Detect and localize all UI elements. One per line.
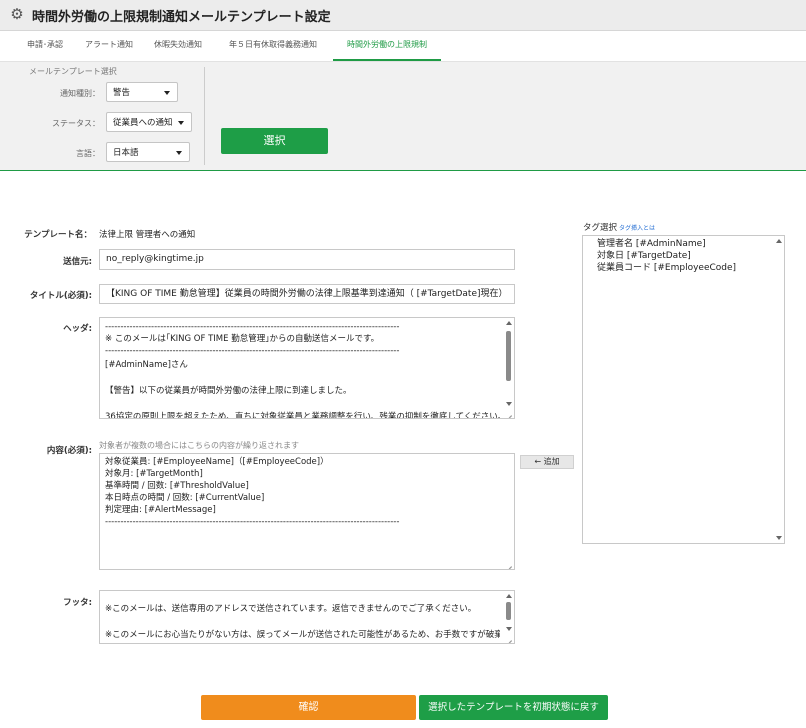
footer-line [105,615,500,627]
header-line [105,371,500,383]
tab-alert-notification[interactable]: アラート通知 [78,31,140,59]
scroll-down-icon [506,627,512,631]
chevron-down-icon [164,91,170,95]
panel-caption: メールテンプレート選択 [29,67,117,76]
select-button[interactable]: 選択 [221,128,328,154]
content-line: 基準時間 / 回数: [#ThresholdValue] [105,481,249,491]
tag-option[interactable]: 対象日 [#TargetDate] [583,250,784,262]
chevron-down-icon [176,151,182,155]
scroll-thumb[interactable] [506,331,511,381]
header-line: 【警告】以下の従業員が時間外労働の法律上限に到達しました。 [105,386,352,396]
scroll-thumb[interactable] [506,602,511,620]
notify-type-label: 通知種別： [60,89,100,98]
status-label: ステータス： [52,119,100,128]
notify-type-value: 警告 [113,88,131,98]
language-value: 日本語 [113,148,139,158]
reset-template-button[interactable]: 選択したテンプレートを初期状態に戻す [419,695,608,720]
tab-leave-expiry[interactable]: 休暇失効通知 [143,31,213,59]
footer-line: ※このメールは、送信専用のアドレスで送信されています。返信できませんのでご了承く… [105,604,477,614]
footer-textarea[interactable]: ※このメールは、送信専用のアドレスで送信されています。返信できませんのでご了承く… [99,590,515,644]
content-textarea[interactable]: 対象従業員: [#EmployeeName]（[#EmployeeCode]） … [99,453,515,570]
header-line: 36協定の原則上限を超えたため、直ちに対象従業員と業務調整を行い、残業の抑制を徹… [105,412,500,419]
content-line: 判定理由: [#AlertMessage] [105,505,216,515]
scroll-down-icon [776,536,782,540]
chevron-down-icon [178,121,184,125]
header-line: ----------------------------------------… [105,322,400,332]
panel-divider [204,67,205,165]
page-title: 時間外労働の上限規制通知メールテンプレート設定 [32,10,331,25]
scroll-down-icon [506,402,512,406]
header-textarea[interactable]: ----------------------------------------… [99,317,515,419]
scroll-up-icon [776,239,782,243]
scroll-up-icon [506,594,512,598]
header-line [105,397,500,409]
footer-label: フッタ: [63,598,92,608]
footer-line: ※このメールにお心当たりがない方は、誤ってメールが送信された可能性があるため、お… [105,630,500,640]
notify-type-select[interactable]: 警告 [106,82,178,102]
language-select[interactable]: 日本語 [106,142,190,162]
tag-option[interactable]: 従業員コード [#EmployeeCode] [583,262,784,274]
template-name-label: テンプレート名： [24,230,92,240]
tag-scrollbar[interactable] [774,237,783,542]
resize-grip-icon[interactable] [505,409,513,417]
language-label: 言語： [76,149,100,158]
sender-label: 送信元: [63,257,92,267]
content-line: ----------------------------------------… [105,517,400,527]
content-label: 内容(必須): [46,446,92,456]
header-label: ヘッダ: [63,324,92,334]
footer-scrollbar[interactable] [504,592,513,633]
resize-grip-icon[interactable] [505,560,513,568]
content-line: 本日時点の時間 / 回数: [#CurrentValue] [105,493,265,503]
resize-grip-icon[interactable] [505,634,513,642]
header-scrollbar[interactable] [504,319,513,408]
tab-bar: 申請･承認 アラート通知 休暇失効通知 年５日有休取得義務通知 時間外労働の上限… [0,31,806,62]
mail-title-input[interactable]: 【KING OF TIME 勤怠管理】従業員の時間外労働の法律上限基準到達通知（… [99,284,515,304]
scroll-up-icon [506,321,512,325]
tab-overtime-limit[interactable]: 時間外労働の上限規制 [333,31,441,61]
sender-input[interactable]: no_reply@kingtime.jp [99,249,515,270]
mail-title-label: タイトル(必須): [29,291,92,301]
template-name-value: 法律上限 管理者への通知 [99,230,196,240]
header-line: ----------------------------------------… [105,346,400,356]
tab-five-day-leave[interactable]: 年５日有休取得義務通知 [217,31,329,59]
tag-select-heading: タグ選択 [583,223,618,233]
tag-help-link[interactable]: タグ挿入とは [619,223,655,232]
status-select[interactable]: 従業員への通知 [106,112,192,132]
tag-listbox[interactable]: 管理者名 [#AdminName] 対象日 [#TargetDate] 従業員コ… [582,235,785,544]
confirm-button[interactable]: 確認 [201,695,416,720]
gear-icon: ⚙ [10,5,24,23]
tab-application-approval[interactable]: 申請･承認 [14,31,76,59]
add-tag-button[interactable]: ← 追加 [520,455,574,469]
content-line: 対象月: [#TargetMonth] [105,469,203,479]
tag-option[interactable]: 管理者名 [#AdminName] [583,238,784,250]
content-line: 対象従業員: [#EmployeeName]（[#EmployeeCode]） [105,457,329,467]
status-value: 従業員への通知 [113,118,173,128]
content-hint: 対象者が複数の場合にはこちらの内容が繰り返されます [99,441,299,450]
header-line: [#AdminName]さん [105,360,188,370]
header-line: ※ このメールは｢KING OF TIME 勤怠管理｣からの自動送信メールです。 [105,334,380,344]
